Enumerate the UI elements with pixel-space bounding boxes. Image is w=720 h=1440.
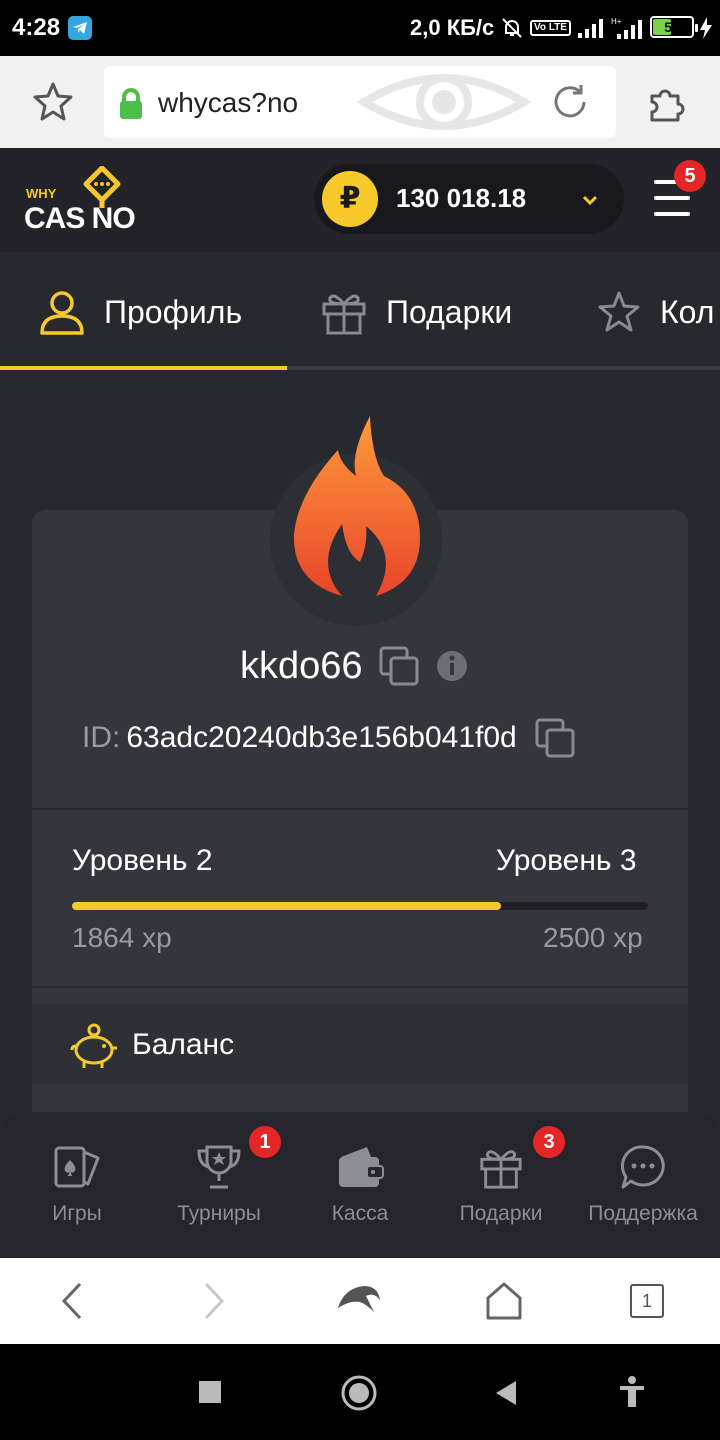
url-text: whycas?no	[158, 87, 299, 118]
reload-icon[interactable]	[550, 82, 590, 122]
next-level: Уровень 3	[496, 844, 637, 877]
balance-amount: 130 018.18	[396, 183, 527, 213]
nav-support[interactable]: Поддержка	[571, 1142, 715, 1226]
balance-dropdown[interactable]: ₽ 130 018.18	[314, 164, 624, 234]
tab-collection[interactable]: Кол	[596, 282, 714, 342]
current-xp: 1864 xp	[72, 922, 172, 953]
url-field[interactable]: whycas?no	[104, 66, 616, 138]
browser-address-bar: whycas?no	[0, 56, 720, 148]
nav-tournaments-label: Турниры	[177, 1202, 261, 1225]
balance-section-label: Баланс	[132, 1028, 235, 1061]
svg-text:H+: H+	[611, 17, 622, 26]
tab-indicator-track	[0, 366, 720, 370]
nav-gifts-label: Подарки	[459, 1202, 543, 1225]
browser-toolbar: 1	[0, 1258, 720, 1344]
system-navigation	[0, 1344, 720, 1440]
bottom-navigation: Игры 1 Турниры Касса 3 Подарки Поддержка	[0, 1112, 720, 1258]
username-row: kkdo66	[240, 642, 469, 690]
tab-collection-label: Кол	[660, 293, 715, 330]
network-speed: 2,0 КБ/с	[410, 15, 495, 40]
avatar[interactable]	[270, 414, 442, 626]
bell-off-icon	[502, 18, 522, 38]
trophy-icon	[197, 1145, 241, 1189]
balance-section-header[interactable]: Баланс	[32, 1004, 688, 1094]
signal-icon-2: H+	[611, 17, 642, 39]
tab-profile-label: Профиль	[104, 293, 243, 330]
user-id-value: 63adc20240db3e156b041f0d	[126, 721, 517, 754]
signal-icon	[577, 19, 603, 38]
tab-gifts[interactable]: Подарки	[320, 282, 512, 342]
lock-icon	[120, 88, 142, 119]
copy-id-icon[interactable]	[533, 716, 577, 760]
user-id-row: ID: 63adc20240db3e156b041f0d	[82, 716, 577, 760]
watermark-eye-icon	[356, 74, 532, 130]
tab-profile[interactable]: Профиль	[38, 282, 242, 342]
user-icon	[40, 291, 84, 335]
xp-progress-fill	[72, 902, 502, 910]
chat-icon	[620, 1145, 665, 1189]
username: kkdo66	[240, 644, 363, 687]
home-icon[interactable]	[484, 1280, 524, 1322]
chevron-down-icon	[582, 195, 598, 205]
site-logo[interactable]: WHY CAS NO	[24, 162, 154, 242]
nav-gifts[interactable]: 3 Подарки	[429, 1126, 573, 1226]
tab-count-button[interactable]: 1	[630, 1284, 664, 1318]
logo-main-text: CAS NO	[24, 202, 136, 235]
telegram-icon	[68, 16, 92, 40]
current-level: Уровень 2	[72, 844, 213, 877]
logo-top-text: WHY	[26, 186, 57, 201]
nav-cashier[interactable]: Касса	[288, 1142, 432, 1226]
profile-tabs: Профиль Подарки Кол	[0, 252, 720, 372]
back-icon[interactable]	[58, 1280, 86, 1322]
info-icon[interactable]	[435, 649, 469, 683]
menu-notification-badge: 5	[674, 160, 706, 192]
tab-gifts-label: Подарки	[386, 293, 513, 330]
recents-icon[interactable]	[198, 1380, 222, 1404]
bookmark-star-icon[interactable]	[32, 80, 74, 122]
ruble-coin-icon: ₽	[322, 171, 378, 227]
status-icons: Vo LTE H+	[500, 14, 645, 42]
divider	[32, 986, 688, 988]
nav-games[interactable]: Игры	[5, 1142, 149, 1226]
piggy-bank-icon	[70, 1023, 117, 1068]
site-header: WHY CAS NO ₽ 130 018.18 5	[0, 148, 720, 252]
xp-progress-bar	[72, 902, 648, 910]
gift-icon	[480, 1150, 522, 1189]
status-time: 4:28	[12, 14, 61, 41]
extensions-icon[interactable]	[646, 82, 688, 124]
nav-cashier-label: Касса	[331, 1202, 389, 1225]
nav-games-label: Игры	[52, 1202, 102, 1225]
gift-icon	[322, 294, 366, 335]
battery-level: 50	[664, 19, 680, 35]
accessibility-icon[interactable]	[618, 1376, 646, 1408]
volte-icon: Vo LTE	[530, 20, 571, 36]
dolphin-icon[interactable]	[336, 1282, 382, 1318]
forward-icon[interactable]	[200, 1280, 228, 1322]
cards-icon	[54, 1146, 100, 1188]
divider	[32, 808, 688, 810]
home-system-icon[interactable]	[340, 1374, 378, 1412]
flame-avatar-icon	[293, 416, 420, 596]
hamburger-menu-button[interactable]: 5	[652, 160, 706, 218]
copy-icon[interactable]	[377, 644, 421, 688]
charging-icon	[700, 17, 712, 39]
next-level-xp: 2500 xp	[543, 922, 643, 953]
nav-support-label: Поддержка	[588, 1202, 698, 1225]
wallet-icon	[339, 1147, 384, 1187]
tab-active-indicator	[0, 366, 287, 370]
nav-tournaments[interactable]: 1 Турниры	[147, 1126, 291, 1226]
user-id-label: ID:	[82, 721, 121, 754]
tournaments-badge: 1	[249, 1126, 281, 1158]
back-system-icon[interactable]	[494, 1380, 518, 1406]
battery-indicator: 50	[650, 16, 698, 38]
gifts-badge: 3	[533, 1126, 565, 1158]
status-bar: 4:28 2,0 КБ/с Vo LTE H+ 50	[0, 0, 720, 56]
star-icon	[598, 291, 640, 332]
